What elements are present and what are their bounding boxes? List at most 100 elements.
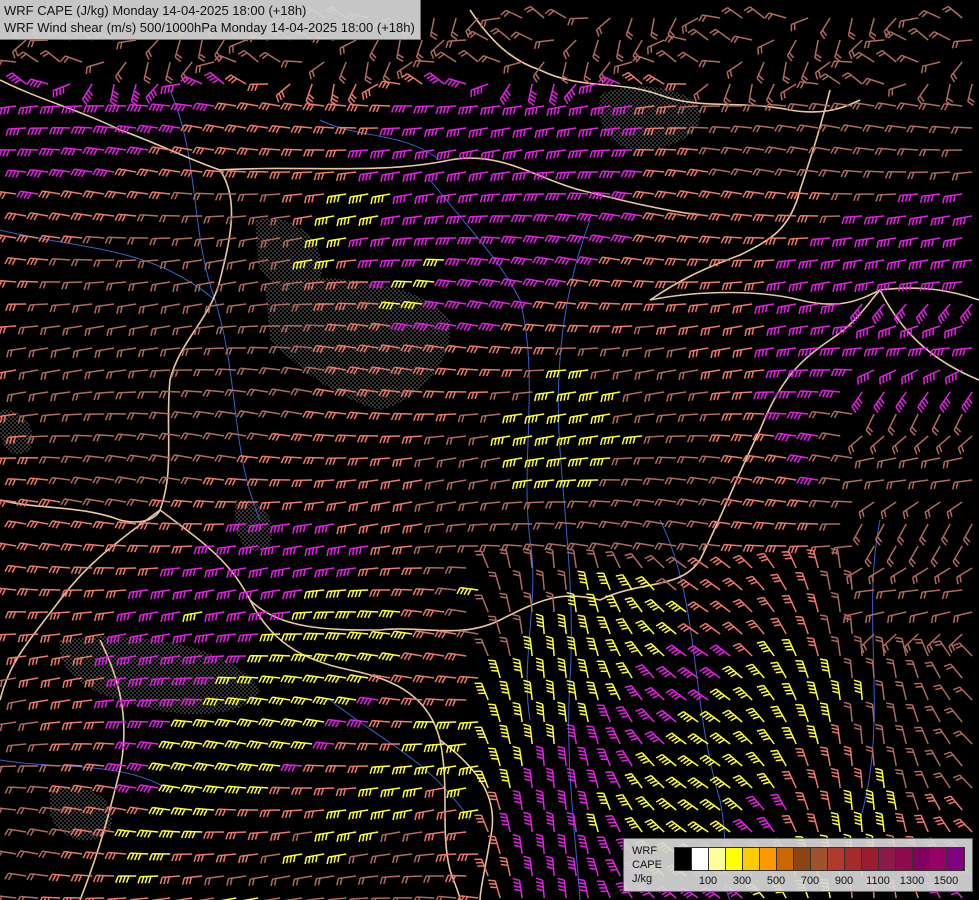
wind-barb [291,171,313,180]
wind-barb-flag [703,328,707,336]
wind-barb-flag [893,261,897,269]
wind-barb [852,51,875,63]
wind-barb-flag [642,169,647,177]
wind-barb-flag [456,368,461,376]
wind-barb-flag [236,455,241,463]
wind-barb [94,303,115,314]
wind-barb-flag [6,106,10,114]
wind-barb-flag [504,369,509,377]
wind-barb-staff [460,501,479,506]
wind-barb-flag [941,5,949,11]
wind-barb-flag [493,438,497,446]
wind-barb [664,168,687,178]
wind-barb-flag [433,259,438,267]
wind-barb-flag [26,520,32,528]
wind-barb-flag [167,85,171,93]
wind-barb-flag [408,128,413,136]
wind-barb-flag [99,169,105,177]
wind-barb-flag [830,260,834,269]
wind-barb-flag [924,460,927,468]
wind-barb-staff [800,347,819,351]
wind-barb-staff [309,61,325,74]
wind-barb-flag [791,328,795,336]
wind-barb-flag [188,523,193,531]
wind-barb-flag [548,501,553,509]
wind-barb-flag [288,194,293,203]
wind-barb [796,168,819,177]
wind-barb-flag [329,503,333,511]
wind-barb [500,235,523,244]
wind-barb [160,303,181,315]
wind-barb-flag [466,345,471,353]
wind-barb [708,168,731,176]
wind-barb-flag [639,192,645,199]
wind-barb-flag [280,456,285,464]
wind-barb-flag [702,236,707,244]
wind-barb [726,61,743,79]
wind-barb-staff [624,391,643,396]
wind-barb-flag [654,234,660,242]
wind-barb-flag [897,261,900,269]
wind-barb-flag [463,368,469,377]
wind-barb-staff [0,279,17,283]
wind-barb-flag [74,435,79,443]
wind-barb-flag [247,84,251,92]
wind-barb [533,171,555,181]
wind-barb-flag [38,148,43,156]
wind-barb-flag [427,437,431,445]
wind-barb-flag [192,500,197,508]
wind-barb-flag [442,106,447,114]
wind-barb-flag [136,148,142,156]
wind-barb [92,476,115,484]
wind-barb-flag [567,459,572,467]
wind-barb-flag [691,393,695,401]
wind-barb-flag [550,97,557,103]
wind-barb-flag [848,52,853,60]
wind-barb-flag [308,72,313,80]
wind-barb-flag [73,521,79,529]
wind-barb [546,413,567,425]
wind-barb-flag [37,170,42,178]
wind-barb-flag [816,238,821,246]
wind-barb-staff [866,215,885,219]
wind-barb-flag [524,152,528,160]
wind-barb [656,369,677,381]
wind-barb [466,300,489,310]
wind-barb-flag [423,280,428,288]
wind-barb-flag [500,278,506,286]
wind-barb [39,325,61,336]
wind-barb-flag [136,214,141,222]
wind-barb-flag [287,149,293,157]
wind-barb-flag [241,240,245,248]
wind-barb-flag [909,239,912,247]
wind-barb-staff [880,501,897,513]
wind-barb-flag [513,257,519,265]
wind-barb [378,80,401,89]
wind-barb-flag [377,239,381,247]
wind-barb-flag [493,173,497,181]
wind-barb-flag [240,148,245,155]
wind-barb [192,368,215,377]
wind-barb [775,347,797,358]
wind-barb-flag [921,11,928,18]
wind-barb-flag [621,192,626,200]
wind-barb-flag [339,218,343,226]
wind-barb-flag [412,279,417,287]
wind-barb-flag [508,194,513,202]
wind-barb-flag [250,84,255,92]
wind-barb [742,190,765,199]
wind-barb [39,105,61,115]
wind-barb-flag [150,91,155,99]
wind-barb-staff [647,39,665,48]
wind-barb-flag [369,459,373,467]
wind-barb-staff [228,303,247,308]
wind-barb-flag [144,75,152,81]
wind-barb [566,278,589,287]
wind-barb-flag [136,168,142,176]
wind-barb-flag [659,372,663,380]
wind-barb-flag [852,261,856,269]
wind-barb-flag [927,509,931,518]
wind-barb-flag [948,282,953,290]
wind-barb [280,410,303,419]
wind-barb-flag [249,389,255,397]
